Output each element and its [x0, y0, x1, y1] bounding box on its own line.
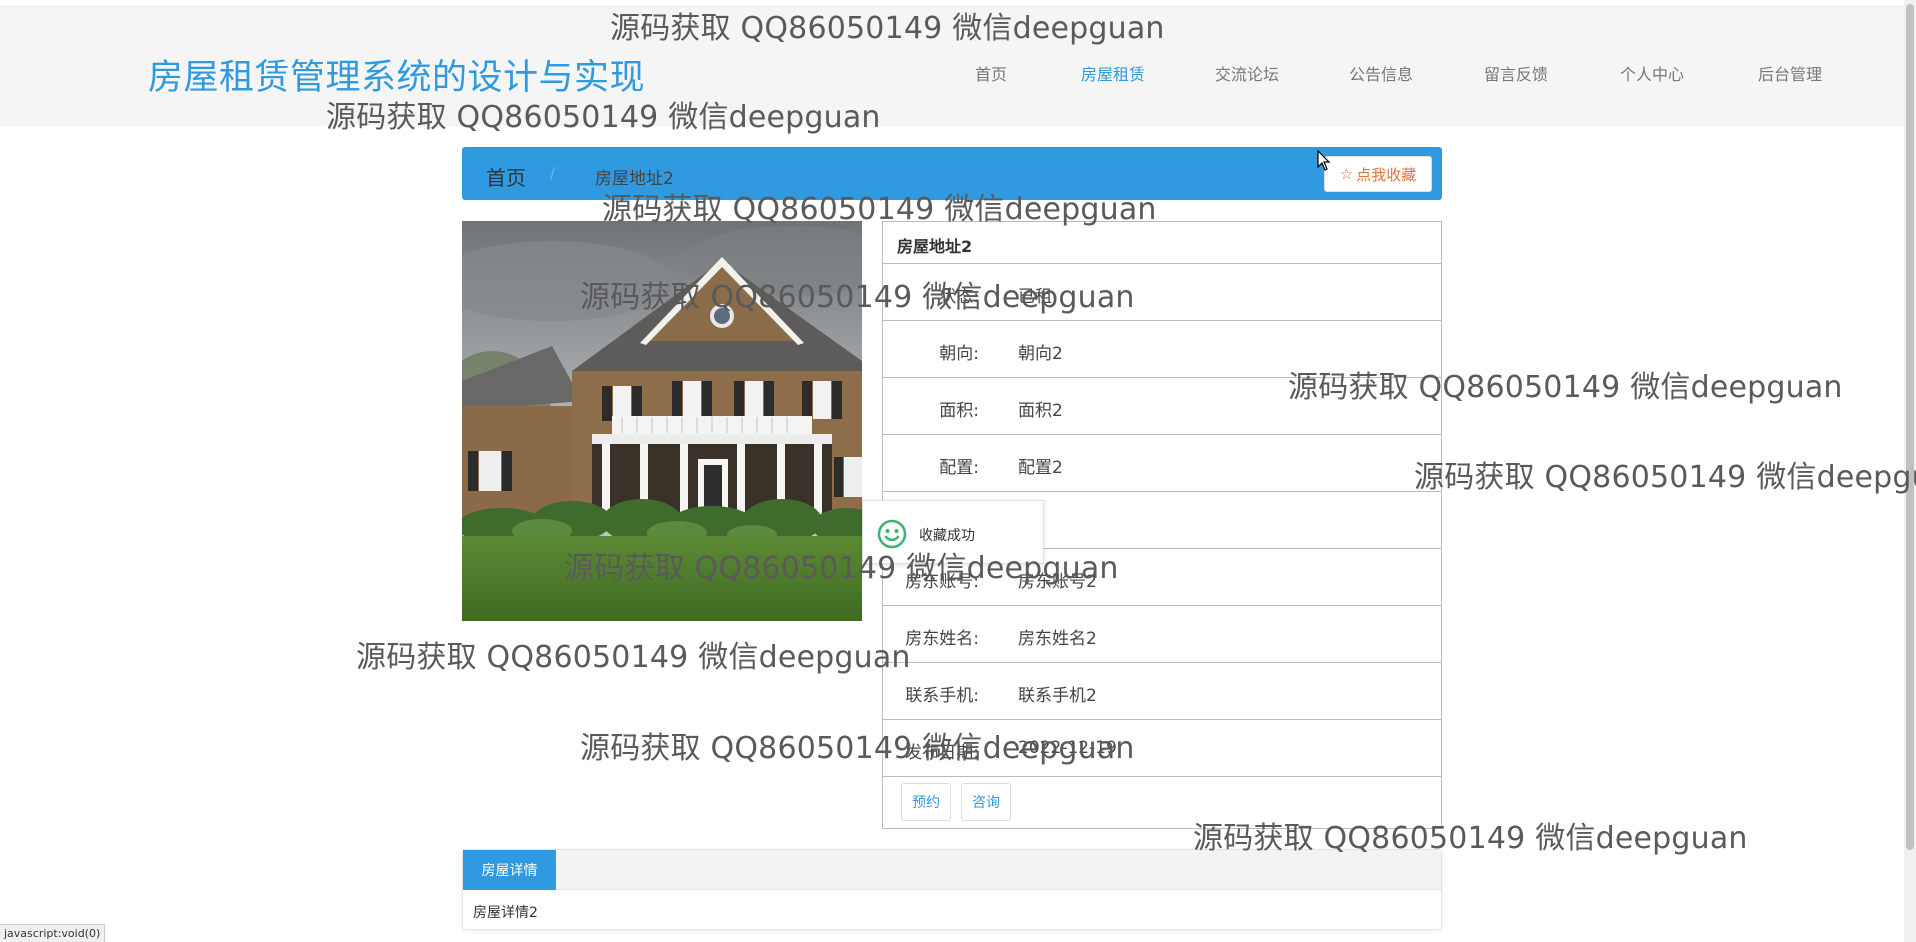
info-value: 面积2 [1018, 401, 1063, 421]
house-title: 房屋地址2 [883, 222, 1441, 264]
reserve-button[interactable]: 预约 [901, 783, 951, 821]
nav-item-announcements[interactable]: 公告信息 [1349, 61, 1413, 85]
info-label: 房东账号: [905, 572, 979, 592]
success-toast: 收藏成功 [862, 500, 1044, 564]
nav-item-personal-center[interactable]: 个人中心 [1620, 61, 1684, 85]
watermark: 源码获取 QQ86050149 微信deepguan [1414, 460, 1916, 495]
breadcrumb-current: 房屋地址2 [595, 169, 674, 189]
mouse-cursor-icon [1317, 150, 1331, 171]
detail-content: 房屋详情2 [473, 905, 538, 921]
consult-button[interactable]: 咨询 [961, 783, 1011, 821]
action-buttons: 预约 咨询 [883, 777, 1441, 829]
info-row-configuration: 配置: 配置2 [883, 435, 1441, 492]
info-value: 配置2 [1018, 458, 1063, 478]
nav-item-home[interactable]: 首页 [975, 61, 1007, 85]
browser-status-bar: javascript:void(0) [0, 924, 106, 942]
nav-item-feedback[interactable]: 留言反馈 [1484, 61, 1548, 85]
info-label: 朝向: [939, 344, 979, 364]
info-row-phone: 联系手机: 联系手机2 [883, 663, 1441, 720]
info-label: 状态: [939, 287, 979, 307]
favorite-button[interactable]: ☆ 点我收藏 [1324, 156, 1432, 192]
info-value: 已租 [1018, 287, 1052, 307]
nav-item-house-rental[interactable]: 房屋租赁 [1081, 61, 1145, 85]
breadcrumb: 首页 / 房屋地址2 ☆ 点我收藏 [462, 147, 1442, 200]
site-title[interactable]: 房屋租赁管理系统的设计与实现 [148, 49, 645, 100]
star-outline-icon: ☆ [1339, 165, 1354, 183]
info-label: 面积: [939, 401, 979, 421]
detail-panel: 房屋详情 房屋详情2 [462, 849, 1442, 930]
breadcrumb-separator: / [550, 164, 556, 182]
site-header: 房屋租赁管理系统的设计与实现 首页 房屋租赁 交流论坛 公告信息 留言反馈 个人… [0, 6, 1904, 126]
info-row-landlord-name: 房东姓名: 房东姓名2 [883, 606, 1441, 663]
info-label: 房东姓名: [905, 629, 979, 649]
info-row-area: 面积: 面积2 [883, 378, 1441, 435]
scrollbar-thumb[interactable] [1906, 4, 1914, 850]
smiley-icon [877, 519, 907, 553]
info-label: 联系手机: [905, 686, 979, 706]
tab-house-detail[interactable]: 房屋详情 [463, 850, 556, 890]
info-value: 房东账号2 [1018, 572, 1097, 592]
watermark: 源码获取 QQ86050149 微信deepguan [356, 640, 911, 675]
info-row-orientation: 朝向: 朝向2 [883, 321, 1441, 378]
house-photo [462, 221, 862, 621]
info-value: 2022-12-19 [1018, 738, 1117, 758]
info-value: 房东姓名2 [1018, 629, 1097, 649]
nav-item-admin[interactable]: 后台管理 [1758, 61, 1822, 85]
info-row-status: 状态: 已租 [883, 264, 1441, 321]
page-scrollbar[interactable] [1904, 0, 1916, 942]
detail-tab-strip: 房屋详情 [463, 850, 1441, 890]
nav-item-forum[interactable]: 交流论坛 [1215, 61, 1279, 85]
toast-message: 收藏成功 [919, 528, 975, 544]
info-label: 配置: [939, 458, 979, 478]
info-value: 联系手机2 [1018, 686, 1097, 706]
breadcrumb-home-link[interactable]: 首页 [486, 162, 526, 191]
page: 房屋租赁管理系统的设计与实现 首页 房屋租赁 交流论坛 公告信息 留言反馈 个人… [0, 0, 1916, 942]
info-value: 朝向2 [1018, 344, 1063, 364]
info-label: 发布日期: [905, 743, 979, 763]
favorite-button-label: 点我收藏 [1356, 165, 1417, 184]
info-row-publish-date: 发布日期: 2022-12-19 [883, 720, 1441, 777]
